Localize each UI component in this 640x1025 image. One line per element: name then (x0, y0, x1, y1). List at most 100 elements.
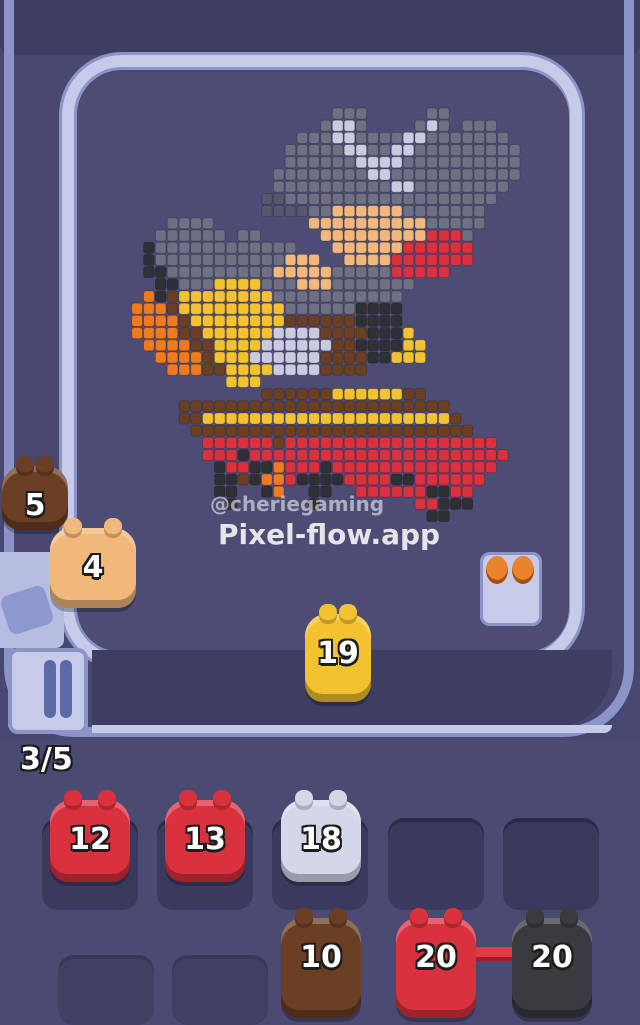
pixel-block (261, 400, 273, 413)
shooter-brown[interactable]: 10 (281, 908, 361, 1018)
pixel-block (438, 193, 450, 205)
pixel-block (390, 180, 403, 193)
pixel-block (202, 400, 214, 413)
pixel-block (343, 351, 356, 364)
shooter-red[interactable]: 20 (396, 908, 476, 1018)
pixel-block (331, 473, 344, 486)
pixel-block (379, 473, 391, 486)
pixel-block (379, 217, 391, 230)
pixel-block (178, 351, 191, 364)
pixel-block (202, 339, 214, 352)
shooter-ear (16, 456, 34, 476)
pixel-block (296, 168, 309, 181)
pixel-block (426, 449, 438, 462)
pixel-block (143, 314, 155, 327)
pixel-block (249, 241, 261, 254)
pixel-block (390, 193, 403, 205)
pixel-block (155, 314, 167, 327)
shooter-black[interactable]: 20 (512, 908, 592, 1018)
pixel-block (225, 253, 238, 266)
pixel-block (367, 217, 379, 230)
pixel-block (367, 156, 379, 169)
pixel-block (390, 412, 403, 425)
pixel-block (284, 473, 297, 486)
pixel-block (390, 266, 403, 279)
pixel-block (343, 180, 356, 193)
pixel-block (390, 241, 403, 254)
pixel-block (461, 436, 474, 449)
pixel-block (449, 180, 462, 193)
pixel-block (190, 424, 202, 437)
pixel-block (414, 132, 427, 144)
pixel-block (390, 132, 403, 144)
pixel-block (261, 436, 273, 449)
pixel-block (155, 229, 167, 242)
pixel-block (155, 241, 167, 254)
pixel-block (155, 302, 167, 315)
pixel-block (426, 253, 438, 266)
pixel-block (284, 363, 297, 376)
pixel-block (213, 241, 226, 254)
shooter-count: 4 (82, 550, 104, 585)
shooter-brown[interactable]: 5 (2, 456, 68, 530)
queue-bar (60, 660, 72, 718)
slot[interactable] (388, 818, 484, 910)
pixel-block (320, 461, 332, 474)
shooter-white[interactable]: 18 (281, 790, 361, 882)
pixel-block (355, 168, 368, 181)
pixel-block (414, 473, 427, 486)
pixel-block (213, 363, 226, 376)
shooter-tan[interactable]: 4 (50, 518, 136, 608)
pixel-block (178, 363, 191, 376)
pixel-block (272, 363, 285, 376)
shooter-red[interactable]: 13 (165, 790, 245, 882)
shooter-count: 19 (317, 636, 359, 671)
pixel-block (402, 241, 415, 254)
pixel-block (261, 278, 273, 291)
pixel-block (379, 205, 391, 218)
pixel-block (296, 351, 309, 364)
slot[interactable] (503, 818, 599, 910)
pixel-block (379, 388, 391, 401)
pixel-block (379, 241, 391, 254)
pixel-block (426, 144, 438, 156)
pixel-block (284, 412, 297, 425)
pixel-block (343, 193, 356, 205)
pixel-block (296, 473, 309, 486)
shooter-ear (339, 604, 357, 624)
pixel-block (213, 302, 226, 315)
pixel-block (308, 144, 320, 156)
collect-bin[interactable] (480, 552, 542, 626)
pixel-block (308, 180, 320, 193)
pixel-block (131, 302, 143, 315)
pixel-block (296, 449, 309, 462)
shooter-count: 13 (184, 822, 226, 857)
pixel-block (343, 400, 356, 413)
pixel-block (343, 217, 356, 230)
pixel-block (308, 266, 320, 279)
pixel-block (331, 314, 344, 327)
pixel-block (213, 339, 226, 352)
pixel-block (225, 363, 238, 376)
pixel-block (367, 424, 379, 437)
pixel-block (155, 290, 167, 303)
shooter-red[interactable]: 12 (50, 790, 130, 882)
pixel-block (390, 229, 403, 242)
pixel-block (426, 168, 438, 181)
shooter-ear (526, 908, 544, 928)
pixel-block (237, 351, 250, 364)
shooter-ear (213, 790, 231, 810)
pixel-block (143, 339, 155, 352)
pixel-block (237, 253, 250, 266)
pixel-block (426, 156, 438, 169)
pixel-block (449, 156, 462, 169)
pixel-block (355, 132, 368, 144)
pixel-block (390, 278, 403, 291)
pixel-block (166, 266, 179, 279)
pixel-block (390, 217, 403, 230)
pixel-block (331, 290, 344, 303)
pixel-block (331, 144, 344, 156)
pixel-block (497, 180, 509, 193)
pixel-block (485, 144, 497, 156)
shooter-yellow[interactable]: 19 (305, 604, 371, 702)
